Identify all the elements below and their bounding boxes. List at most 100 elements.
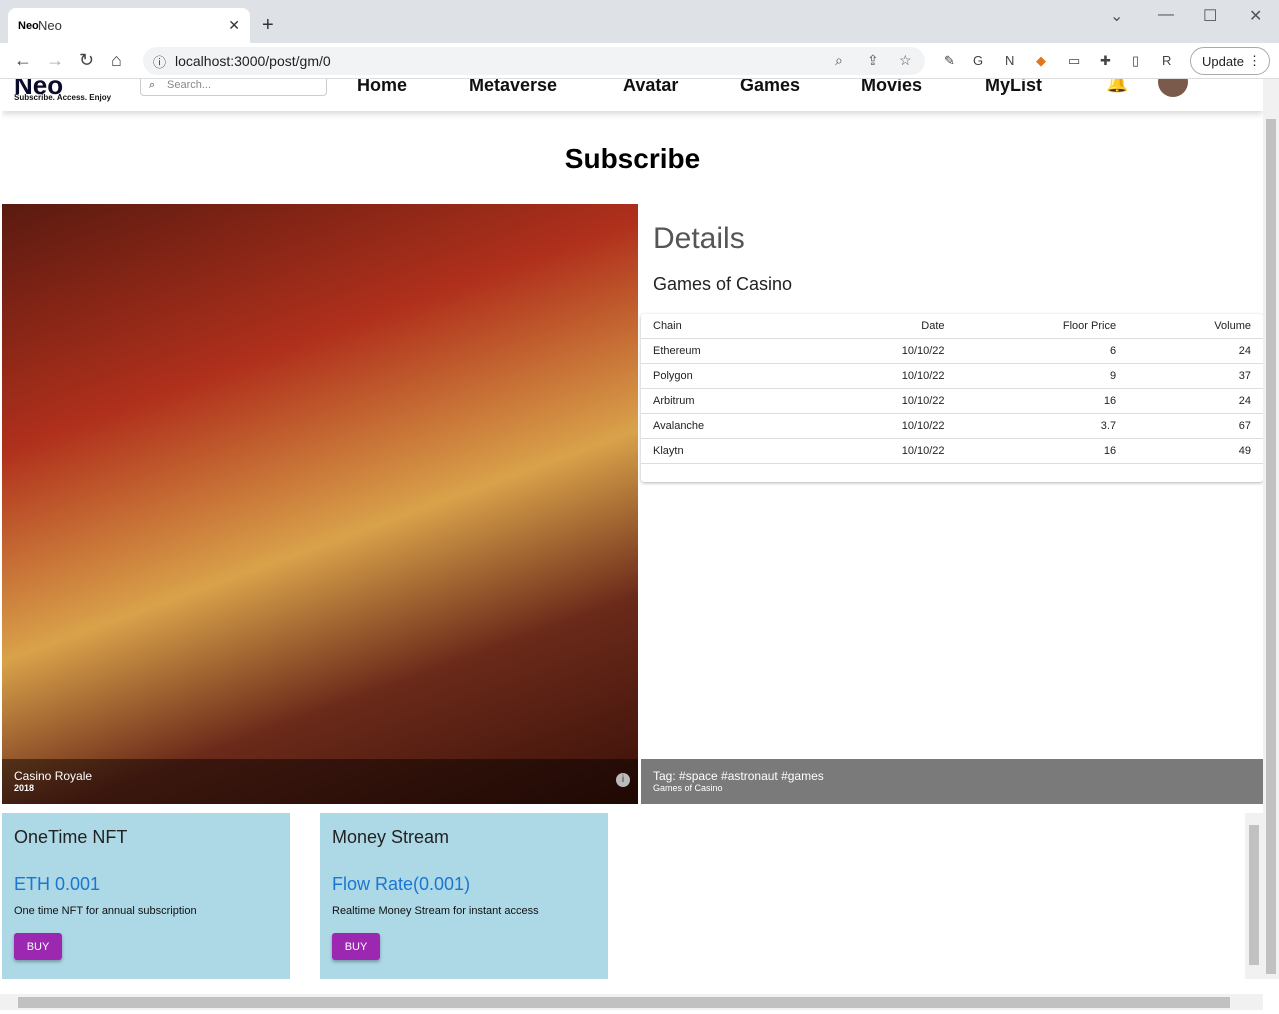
onetime-nft-card: OneTime NFT ETH 0.001 One time NFT for a… [2,813,290,979]
share-icon[interactable]: ⇪ [867,52,879,69]
tag-caption-bar: Tag: #space #astronaut #games Games of C… [641,759,1263,804]
address-bar[interactable]: ⓘ localhost:3000/post/gm/0 ⌕ ⇪ ☆ [143,47,925,75]
hero-subtitle: 2018 [14,783,35,793]
browser-menu-icon[interactable]: ⋮ [1248,53,1261,69]
table-row: Klaytn 10/10/22 16 49 [641,438,1263,464]
table-cell: Ethereum [641,338,809,364]
forward-icon[interactable]: → [46,50,64,71]
card-description: Realtime Money Stream for instant access [332,905,539,917]
details-subheading: Games of Casino [653,274,793,294]
update-label: Update [1202,53,1244,69]
page-title: Subscribe [564,143,701,174]
update-button[interactable]: Update ⋮ [1190,47,1270,75]
vertical-scrollbar[interactable] [1263,79,1279,979]
site-info-icon[interactable]: ⓘ [153,52,175,71]
nav-metaverse[interactable]: Metaverse [469,79,557,96]
table-cell: 9 [956,363,1129,389]
table-cell: 10/10/22 [808,363,957,389]
column-header: Date [808,314,957,339]
table-cell: Avalanche [641,413,809,439]
tag-title: Tag: #space #astronaut #games [653,769,824,783]
extension-cast-icon[interactable]: ▭ [1068,53,1080,69]
browser-tab[interactable]: Neo Neo ✕ [8,8,250,43]
browser-chrome: Neo Neo ✕ + ⌄ — ☐ ✕ ← → ↻ ⌂ ⓘ localhost:… [0,0,1279,79]
table-row: Arbitrum 10/10/22 16 24 [641,388,1263,414]
search-input[interactable]: ⌕ Search... [140,79,327,96]
table-cell: 67 [1128,413,1263,439]
table-cell: 24 [1128,338,1263,364]
table-cell: 10/10/22 [808,338,957,364]
tab-search-icon[interactable]: ⌄ [1110,6,1123,26]
buy-button[interactable]: BUY [332,933,380,960]
nav-mylist[interactable]: MyList [985,79,1042,96]
nav-movies[interactable]: Movies [861,79,922,96]
notification-bell-icon[interactable]: 🔔 [1106,79,1128,94]
nav-games[interactable]: Games [740,79,800,96]
reload-icon[interactable]: ↻ [79,50,94,71]
inner-scrollbar-thumb[interactable] [1249,825,1259,965]
tab-title: Neo [38,18,62,33]
inner-scrollbar[interactable] [1245,813,1263,979]
bookmark-star-icon[interactable]: ☆ [899,52,912,69]
details-panel: Details Games of Casino Chain Date Floor… [641,204,1263,804]
browser-toolbar: ← → ↻ ⌂ ⓘ localhost:3000/post/gm/0 ⌕ ⇪ ☆… [0,43,1279,79]
card-price: ETH 0.001 [14,874,101,894]
side-panel-icon[interactable]: ▯ [1132,53,1139,69]
extension-pen-icon[interactable]: ✎ [944,53,955,69]
maximize-icon[interactable]: ☐ [1203,6,1217,26]
hero-image: Casino Royale 2018 i [2,204,638,804]
money-stream-card: Money Stream Flow Rate(0.001) Realtime M… [320,813,608,979]
url-text: localhost:3000/post/gm/0 [175,53,331,69]
card-description: One time NFT for annual subscription [14,905,197,917]
column-header: Volume [1128,314,1263,339]
extension-notion-icon[interactable]: N [1005,53,1014,68]
table-cell: 37 [1128,363,1263,389]
card-title: OneTime NFT [14,827,128,847]
details-heading: Details [653,222,745,255]
minimize-icon[interactable]: — [1158,6,1174,24]
search-icon: ⌕ [149,79,156,91]
table-cell: 10/10/22 [808,438,957,464]
profile-icon[interactable]: R [1162,53,1171,68]
buy-button[interactable]: BUY [14,933,62,960]
avatar[interactable] [1158,79,1188,97]
vertical-scrollbar-thumb[interactable] [1266,119,1276,974]
site-tagline: Subscribe. Access. Enjoy [14,93,112,102]
page-viewport: Neo Subscribe. Access. Enjoy ⌕ Search...… [2,79,1263,979]
extensions-puzzle-icon[interactable]: ✚ [1100,53,1111,69]
extension-grammarly-icon[interactable]: G [973,53,983,68]
hero-title: Casino Royale [14,769,93,783]
card-title: Money Stream [332,827,450,847]
extension-metamask-icon[interactable]: ◆ [1036,53,1046,69]
table-cell: Polygon [641,363,809,389]
close-tab-icon[interactable]: ✕ [228,17,240,34]
info-icon[interactable]: i [616,773,630,787]
table-cell: 24 [1128,388,1263,414]
horizontal-scrollbar-thumb[interactable] [18,997,1230,1008]
table-cell: 3.7 [956,413,1129,439]
table-row: Polygon 10/10/22 9 37 [641,363,1263,389]
new-tab-icon[interactable]: + [262,14,274,37]
site-header: Neo Subscribe. Access. Enjoy ⌕ Search...… [2,79,1263,111]
table-cell: 6 [956,338,1129,364]
table-cell: 10/10/22 [808,413,957,439]
table-cell: Klaytn [641,438,809,464]
details-table-container: Chain Date Floor Price Volume Ethereum 1… [641,314,1263,482]
zoom-icon[interactable]: ⌕ [835,52,843,69]
tag-subtitle: Games of Casino [653,783,723,793]
table-row: Ethereum 10/10/22 6 24 [641,338,1263,364]
table-row: Avalanche 10/10/22 3.7 67 [641,413,1263,439]
back-icon[interactable]: ← [14,50,32,71]
search-placeholder: Search... [167,79,212,91]
home-icon[interactable]: ⌂ [111,50,122,71]
tab-favicon: Neo [18,19,39,32]
table-cell: 49 [1128,438,1263,464]
details-table: Chain Date Floor Price Volume Ethereum 1… [641,314,1263,464]
nav-home[interactable]: Home [357,79,407,96]
close-window-icon[interactable]: ✕ [1249,6,1262,26]
horizontal-scrollbar[interactable] [0,994,1263,1010]
table-cell: 16 [956,388,1129,414]
nav-avatar[interactable]: Avatar [623,79,678,96]
table-cell: Arbitrum [641,388,809,414]
table-header-row: Chain Date Floor Price Volume [641,314,1263,339]
